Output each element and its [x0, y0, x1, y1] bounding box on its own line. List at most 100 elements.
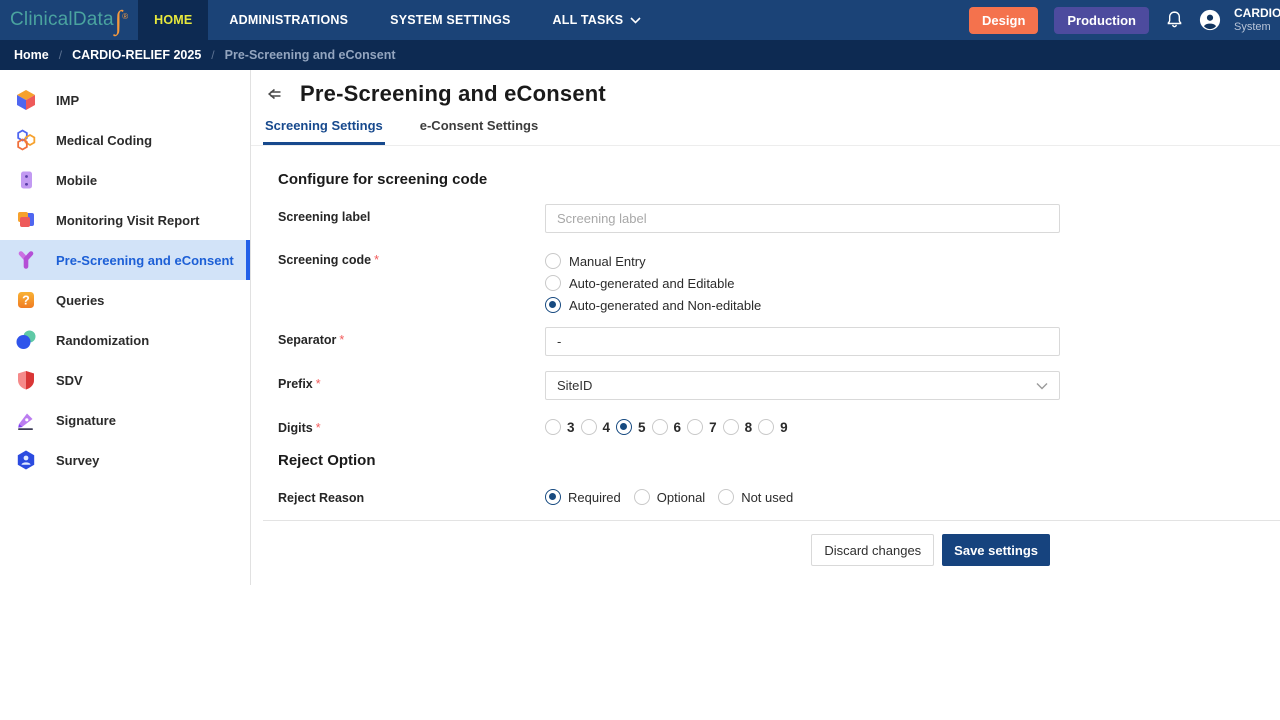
radio-circle[interactable]	[758, 419, 774, 435]
user-menu-button[interactable]	[1199, 9, 1221, 31]
prefix-row: Prefix* SiteID	[278, 371, 1280, 400]
back-button[interactable]	[264, 84, 284, 104]
breadcrumb: Home / CARDIO-RELIEF 2025 / Pre-Screenin…	[0, 40, 1280, 70]
chevron-down-icon	[1036, 382, 1048, 390]
required-asterisk: *	[316, 421, 321, 435]
sidebar-item-mobile[interactable]: Mobile	[0, 160, 250, 200]
nav-menu: HOME ADMINISTRATIONS SYSTEM SETTINGS ALL…	[138, 0, 662, 40]
hexagons-icon	[14, 128, 38, 152]
logo-swoosh-icon: ∫	[115, 10, 122, 30]
reject-reason-row: Reject Reason Required Optional Not used	[278, 485, 1280, 505]
tab-econsent-settings[interactable]: e-Consent Settings	[418, 118, 540, 145]
radio-reject-not-used[interactable]: Not used	[718, 489, 793, 505]
sidebar-item-sdv[interactable]: SDV	[0, 360, 250, 400]
radio-auto-generated-non-editable[interactable]: Auto-generated and Non-editable	[545, 294, 1060, 316]
pen-nib-icon	[14, 408, 38, 432]
app-logo[interactable]: ClinicalData ∫ ®	[0, 0, 138, 40]
screening-label-label: Screening label	[278, 204, 545, 233]
footer-actions: Discard changes Save settings	[811, 534, 1050, 566]
design-mode-button[interactable]: Design	[969, 7, 1038, 34]
radio-circle[interactable]	[652, 419, 668, 435]
sidebar-item-survey[interactable]: Survey	[0, 440, 250, 480]
save-settings-button[interactable]: Save settings	[942, 534, 1050, 566]
radio-circle[interactable]	[687, 419, 703, 435]
sidebar-item-queries[interactable]: ? Queries	[0, 280, 250, 320]
stacked-squares-icon	[14, 208, 38, 232]
nav-item-home[interactable]: HOME	[138, 0, 208, 40]
radio-digits-6[interactable]: 6	[652, 419, 682, 435]
radio-reject-optional[interactable]: Optional	[634, 489, 705, 505]
tab-screening-settings[interactable]: Screening Settings	[263, 118, 385, 145]
section-title-configure: Configure for screening code	[278, 171, 1280, 188]
breadcrumb-study[interactable]: CARDIO-RELIEF 2025	[72, 48, 201, 62]
required-asterisk: *	[339, 333, 344, 347]
fork-icon	[14, 248, 38, 272]
production-mode-button[interactable]: Production	[1054, 7, 1149, 34]
separator-label: Separator*	[278, 327, 545, 356]
breadcrumb-current-page: Pre-Screening and eConsent	[225, 48, 396, 62]
radio-circle[interactable]	[634, 489, 650, 505]
digits-row: Digits* 3 4 5 6	[278, 415, 1280, 435]
screening-label-row: Screening label	[278, 204, 1280, 233]
sidebar-item-imp[interactable]: IMP	[0, 80, 250, 120]
settings-tabs: Screening Settings e-Consent Settings	[251, 118, 1280, 146]
radio-digits-4[interactable]: 4	[581, 419, 611, 435]
screening-settings-form: Configure for screening code Screening l…	[251, 146, 1280, 520]
radio-circle[interactable]	[718, 489, 734, 505]
bell-icon	[1164, 9, 1185, 31]
nav-item-administrations[interactable]: ADMINISTRATIONS	[208, 0, 369, 40]
breadcrumb-separator: /	[211, 48, 214, 62]
radio-digits-3[interactable]: 3	[545, 419, 575, 435]
notifications-button[interactable]	[1164, 9, 1185, 31]
back-arrow-icon	[264, 84, 284, 104]
radio-circle[interactable]	[545, 275, 561, 291]
radio-reject-required[interactable]: Required	[545, 489, 621, 505]
radio-circle-checked[interactable]	[616, 419, 632, 435]
nav-item-system-settings[interactable]: SYSTEM SETTINGS	[369, 0, 531, 40]
svg-text:?: ?	[22, 294, 30, 308]
radio-manual-entry[interactable]: Manual Entry	[545, 250, 1060, 272]
radio-circle-checked[interactable]	[545, 489, 561, 505]
app-window: ClinicalData ∫ ® HOME ADMINISTRATIONS SY…	[0, 0, 1280, 720]
logo-text: ClinicalData	[10, 9, 114, 31]
page-title: Pre-Screening and eConsent	[300, 81, 606, 107]
screening-label-input[interactable]	[545, 204, 1060, 233]
sidebar-item-monitoring-visit-report[interactable]: Monitoring Visit Report	[0, 200, 250, 240]
main-content: Pre-Screening and eConsent Screening Set…	[251, 70, 1280, 720]
discard-changes-button[interactable]: Discard changes	[811, 534, 934, 566]
person-hexagon-icon	[14, 448, 38, 472]
prefix-select-value: SiteID	[557, 378, 592, 393]
radio-digits-9[interactable]: 9	[758, 419, 788, 435]
radio-digits-8[interactable]: 8	[723, 419, 753, 435]
radio-digits-5[interactable]: 5	[616, 419, 646, 435]
prefix-select[interactable]: SiteID	[545, 371, 1060, 400]
required-asterisk: *	[316, 377, 321, 391]
cube-3d-icon	[14, 88, 38, 112]
user-avatar-icon	[1199, 9, 1221, 31]
footer-divider	[263, 520, 1280, 521]
radio-circle[interactable]	[581, 419, 597, 435]
sidebar-item-randomization[interactable]: Randomization	[0, 320, 250, 360]
radio-circle[interactable]	[545, 253, 561, 269]
radio-digits-7[interactable]: 7	[687, 419, 717, 435]
chevron-down-icon	[630, 17, 641, 24]
current-study-label[interactable]: CARDIO System	[1234, 6, 1280, 35]
breadcrumb-home[interactable]: Home	[14, 48, 49, 62]
digits-label: Digits*	[278, 415, 545, 435]
reject-reason-label: Reject Reason	[278, 485, 545, 505]
prefix-label: Prefix*	[278, 371, 545, 400]
sidebar-item-pre-screening-and-econsent[interactable]: Pre-Screening and eConsent	[0, 240, 250, 280]
radio-circle[interactable]	[545, 419, 561, 435]
required-asterisk: *	[374, 253, 379, 267]
breadcrumb-separator: /	[59, 48, 62, 62]
shield-icon	[14, 368, 38, 392]
separator-input[interactable]	[545, 327, 1060, 356]
sidebar: IMP Medical Coding Mobile	[0, 70, 251, 585]
sidebar-item-medical-coding[interactable]: Medical Coding	[0, 120, 250, 160]
sidebar-item-signature[interactable]: Signature	[0, 400, 250, 440]
radio-circle-checked[interactable]	[545, 297, 561, 313]
radio-auto-generated-editable[interactable]: Auto-generated and Editable	[545, 272, 1060, 294]
radio-circle[interactable]	[723, 419, 739, 435]
nav-item-all-tasks[interactable]: ALL TASKS	[532, 0, 663, 40]
screening-code-label: Screening code*	[278, 247, 545, 316]
